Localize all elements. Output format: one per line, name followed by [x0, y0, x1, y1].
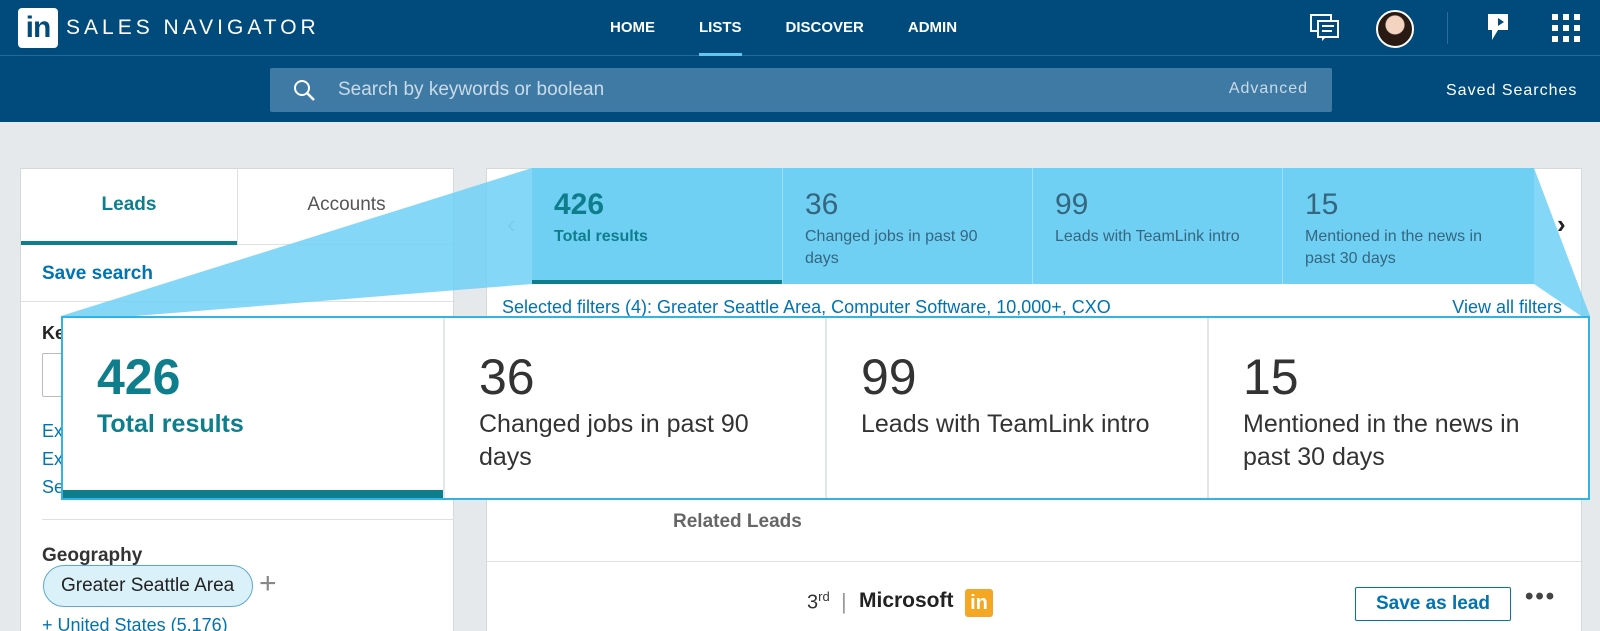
summary-changed-jobs[interactable]: 36 Changed jobs in past 90 days [782, 168, 1032, 284]
selected-filters-text: Selected filters (4): Greater Seattle Ar… [502, 297, 1111, 317]
nav-discover[interactable]: DISCOVER [786, 0, 864, 56]
callout-count: 99 [861, 349, 917, 405]
results-summary-callout: 426 Total results 36 Changed jobs in pas… [61, 316, 1590, 500]
search-input[interactable] [338, 68, 1138, 112]
saved-searches-link[interactable]: Saved Searches [1446, 82, 1577, 100]
callout-teamlink[interactable]: 99 Leads with TeamLink intro [825, 318, 1207, 498]
nav-divider [1447, 12, 1448, 44]
callout-changed-jobs[interactable]: 36 Changed jobs in past 90 days [443, 318, 825, 498]
filter-link[interactable]: Ex [42, 449, 63, 470]
callout-count: 426 [97, 349, 181, 405]
geography-filter-pill[interactable]: Greater Seattle Area [43, 565, 253, 607]
linkedin-badge-icon: in [965, 589, 993, 617]
top-nav-bar: in SALES NAVIGATOR HOME LISTS DISCOVER A… [0, 0, 1600, 56]
summary-count: 36 [805, 188, 839, 221]
more-options-icon[interactable]: ••• [1525, 583, 1556, 611]
callout-count: 36 [479, 349, 535, 405]
separator: | [841, 589, 847, 614]
callout-count: 15 [1243, 349, 1299, 405]
results-summary-strip: 426 Total results 36 Changed jobs in pas… [532, 168, 1534, 284]
nav-home[interactable]: HOME [610, 0, 655, 56]
summary-news[interactable]: 15 Mentioned in the news in past 30 days [1282, 168, 1534, 284]
tab-accounts[interactable]: Accounts [237, 169, 455, 245]
divider [487, 561, 1583, 562]
add-geography-icon[interactable]: + [259, 569, 277, 599]
filter-link[interactable]: Ex [42, 421, 63, 442]
geography-suggestion-link[interactable]: + United States (5,176) [42, 615, 228, 631]
save-search-link[interactable]: Save search [42, 263, 153, 285]
search-box: Advanced [270, 68, 1332, 112]
divider [21, 301, 455, 302]
search-icon[interactable] [292, 78, 316, 102]
main-nav: HOME LISTS DISCOVER ADMIN [610, 0, 1001, 56]
callout-label: Leads with TeamLink intro [861, 410, 1150, 438]
summary-count: 15 [1305, 188, 1339, 221]
summary-label: Leads with TeamLink intro [1055, 228, 1240, 245]
callout-total-results[interactable]: 426 Total results [63, 318, 443, 498]
user-avatar[interactable] [1376, 10, 1414, 48]
summary-label: Mentioned in the news in past 30 days [1305, 228, 1482, 267]
geography-label: Geography [42, 545, 143, 566]
summary-teamlink[interactable]: 99 Leads with TeamLink intro [1032, 168, 1282, 284]
connection-degree: 3rd [807, 589, 830, 614]
callout-label: Total results [97, 410, 244, 438]
flag-icon[interactable] [1484, 12, 1512, 42]
save-as-lead-button[interactable]: Save as lead [1355, 587, 1511, 621]
tab-leads[interactable]: Leads [21, 169, 237, 245]
summary-label: Changed jobs in past 90 days [805, 228, 978, 267]
nav-admin[interactable]: ADMIN [908, 0, 957, 56]
prev-arrow-icon[interactable]: ‹ [507, 209, 516, 240]
linkedin-logo-icon[interactable]: in [18, 8, 58, 48]
view-all-filters-link[interactable]: View all filters [1452, 297, 1562, 318]
summary-count: 99 [1055, 188, 1089, 221]
messages-icon[interactable] [1310, 14, 1340, 42]
advanced-search-link[interactable]: Advanced [1229, 80, 1308, 98]
callout-label: Changed jobs in past 90 days [479, 410, 749, 471]
apps-grid-icon[interactable] [1552, 14, 1580, 42]
search-bar-region: Advanced [0, 56, 1600, 122]
related-leads-label: Related Leads [673, 511, 802, 532]
divider [42, 519, 454, 520]
callout-label: Mentioned in the news in past 30 days [1243, 410, 1520, 471]
summary-count: 426 [554, 188, 605, 221]
nav-lists[interactable]: LISTS [699, 0, 742, 56]
next-arrow-icon[interactable]: › [1557, 209, 1566, 240]
summary-label: Total results [554, 228, 648, 245]
summary-total-results[interactable]: 426 Total results [532, 168, 782, 284]
callout-news[interactable]: 15 Mentioned in the news in past 30 days [1207, 318, 1588, 498]
lead-company[interactable]: Microsoft [859, 589, 954, 613]
brand-name: SALES NAVIGATOR [66, 16, 320, 39]
selected-filters-bar: Selected filters (4): Greater Seattle Ar… [502, 297, 1562, 318]
